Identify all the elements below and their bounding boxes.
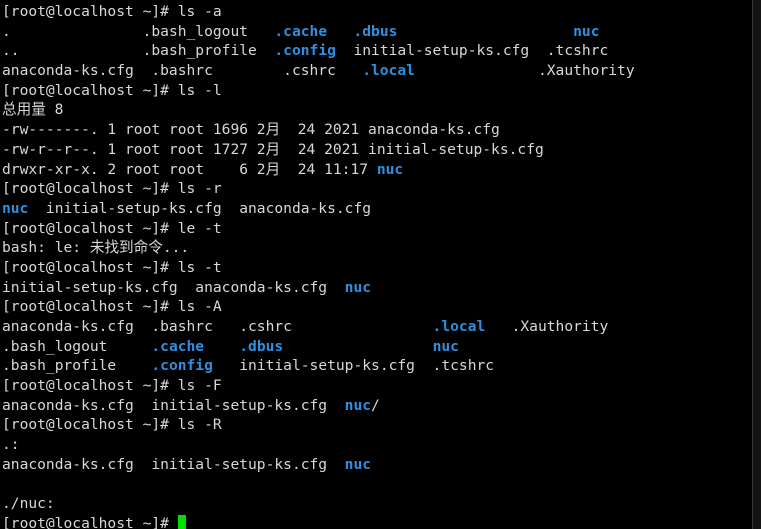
directory-name: nuc	[573, 22, 600, 40]
directory-name: nuc	[432, 337, 459, 355]
terminal-line: bash: le: 未找到命令...	[2, 238, 752, 258]
terminal-line: .bash_logout .cache .dbus nuc	[2, 337, 752, 357]
output-text: ..	[2, 42, 143, 60]
output-text: .Xauthority	[485, 318, 609, 335]
shell-command: ls -R	[177, 416, 222, 434]
output-text: initial-setup-ks.cfg .tcshrc	[335, 42, 609, 60]
shell-command: ls -A	[177, 298, 222, 316]
directory-name: .cache	[274, 22, 328, 40]
terminal-window[interactable]: [root@localhost ~]# ls -a. .bash_logout …	[0, 0, 761, 529]
shell-command: le -t	[177, 219, 222, 237]
directory-name: .local	[362, 62, 415, 80]
output-text: -rw-r--r--. 1 root root 1727 2月 24 2021 …	[2, 140, 544, 158]
terminal-line: anaconda-ks.cfg initial-setup-ks.cfg nuc…	[2, 396, 752, 416]
output-text: .bash_profile	[142, 42, 275, 60]
terminal-screen[interactable]: [root@localhost ~]# ls -a. .bash_logout …	[0, 0, 752, 529]
directory-name: nuc	[344, 278, 372, 296]
terminal-line: anaconda-ks.cfg .bashrc .cshrc .local .X…	[2, 61, 752, 81]
terminal-line: -rw-r--r--. 1 root root 1727 2月 24 2021 …	[2, 140, 752, 160]
terminal-scrollbar[interactable]	[752, 0, 761, 529]
terminal-line: .bash_profile .config initial-setup-ks.c…	[2, 356, 752, 376]
terminal-line: [root@localhost ~]# ls -r	[2, 179, 752, 199]
shell-prompt: [root@localhost ~]#	[2, 81, 178, 99]
output-text: initial-setup-ks.cfg .tcshrc	[212, 357, 495, 375]
directory-name: .dbus	[353, 22, 398, 40]
directory-name: nuc	[344, 396, 372, 414]
directory-name: nuc	[376, 160, 404, 178]
output-text: drwxr-xr-x. 2 root root 6 2月 24 11:17	[2, 160, 377, 178]
directory-name: .cache	[151, 337, 205, 355]
output-text: 总用量 8	[2, 101, 64, 119]
shell-prompt: [root@localhost ~]#	[2, 416, 178, 434]
output-text: anaconda-ks.cfg .bashrc .cshrc	[2, 62, 363, 80]
output-text: .bash_logout	[142, 22, 275, 40]
shell-prompt: [root@localhost ~]#	[2, 377, 178, 395]
terminal-line: .. .bash_profile .config initial-setup-k…	[2, 41, 752, 61]
shell-command: ls -r	[177, 180, 222, 198]
shell-prompt: [root@localhost ~]#	[2, 514, 178, 529]
terminal-line: initial-setup-ks.cfg anaconda-ks.cfg nuc	[2, 278, 752, 298]
text-cursor	[177, 514, 187, 529]
terminal-line: [root@localhost ~]# ls -A	[2, 297, 752, 317]
shell-command: ls -t	[177, 258, 222, 276]
output-text: .:	[2, 436, 20, 454]
terminal-line: [root@localhost ~]# ls -F	[2, 376, 752, 396]
terminal-scrollbar-thumb[interactable]	[753, 0, 761, 529]
directory-name: .local	[432, 318, 486, 335]
terminal-line: ./nuc:	[2, 494, 752, 514]
output-text: initial-setup-ks.cfg anaconda-ks.cfg	[2, 278, 345, 296]
shell-prompt: [root@localhost ~]#	[2, 298, 178, 316]
output-text: .Xauthority	[414, 62, 635, 80]
directory-name: .config	[151, 357, 213, 375]
terminal-line: 总用量 8	[2, 100, 752, 120]
output-text: anaconda-ks.cfg .bashrc .cshrc	[2, 318, 433, 335]
terminal-line: nuc initial-setup-ks.cfg anaconda-ks.cfg	[2, 199, 752, 219]
shell-prompt: [root@localhost ~]#	[2, 3, 178, 20]
output-text: .bash_profile	[2, 357, 152, 375]
output-text: .bash_logout	[2, 337, 152, 355]
shell-command: ls -l	[177, 81, 222, 99]
terminal-line: -rw-------. 1 root root 1696 2月 24 2021 …	[2, 120, 752, 140]
directory-name: nuc	[2, 199, 29, 217]
terminal-line: [root@localhost ~]# le -t	[2, 219, 752, 239]
terminal-line: [root@localhost ~]# ls -l	[2, 81, 752, 101]
terminal-line: [root@localhost ~]# ls -t	[2, 258, 752, 278]
output-text: .	[2, 22, 143, 40]
terminal-line: [root@localhost ~]# ls -R	[2, 415, 752, 435]
shell-command: ls -F	[177, 377, 222, 395]
directory-name: nuc	[344, 455, 372, 473]
terminal-line: anaconda-ks.cfg initial-setup-ks.cfg nuc	[2, 455, 752, 475]
shell-prompt: [root@localhost ~]#	[2, 219, 178, 237]
shell-prompt: [root@localhost ~]#	[2, 258, 178, 276]
shell-command: ls -a	[177, 3, 222, 20]
directory-name: .dbus	[239, 337, 284, 355]
terminal-line: .:	[2, 435, 752, 455]
output-text: -rw-------. 1 root root 1696 2月 24 2021 …	[2, 121, 500, 139]
output-text: bash: le: 未找到命令...	[2, 239, 190, 257]
terminal-line: [root@localhost ~]#	[2, 514, 752, 529]
output-text: anaconda-ks.cfg initial-setup-ks.cfg	[2, 396, 345, 414]
output-text: anaconda-ks.cfg initial-setup-ks.cfg	[2, 455, 345, 473]
shell-prompt: [root@localhost ~]#	[2, 180, 178, 198]
terminal-line: [root@localhost ~]# ls -a	[2, 2, 752, 22]
directory-name: .config	[274, 42, 336, 60]
output-text: /	[371, 396, 380, 414]
output-text: initial-setup-ks.cfg anaconda-ks.cfg	[28, 199, 372, 217]
output-text: ./nuc:	[2, 495, 55, 513]
terminal-line: drwxr-xr-x. 2 root root 6 2月 24 11:17 nu…	[2, 160, 752, 180]
terminal-line: . .bash_logout .cache .dbus nuc	[2, 22, 752, 42]
terminal-line: anaconda-ks.cfg .bashrc .cshrc .local .X…	[2, 317, 752, 337]
